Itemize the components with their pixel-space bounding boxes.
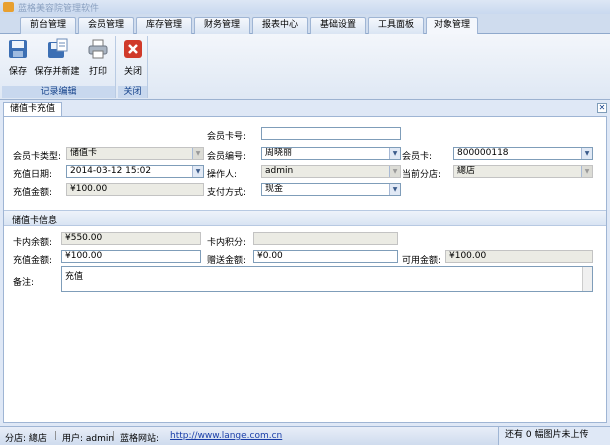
pay-method-select[interactable]: 现金 ▼ xyxy=(261,183,401,196)
main-tabs: 前台管理 会员管理 库存管理 财务管理 报表中心 基础设置 工具面板 对象管理 xyxy=(0,14,610,35)
ribbon-group-close: 关闭 关闭 xyxy=(118,36,148,98)
operator-label: 操作人: xyxy=(207,170,238,180)
status-sep-1: | xyxy=(54,431,58,441)
status-bar: 分店: 總店 | 用户: admin | 蓝格网站: http://www.la… xyxy=(0,426,610,445)
tab-front-desk[interactable]: 前台管理 xyxy=(20,17,76,34)
tab-settings[interactable]: 基础设置 xyxy=(310,17,366,34)
balance-field: ¥550.00 xyxy=(61,232,201,245)
upload-status: 还有 0 幅图片未上传 xyxy=(498,427,610,445)
tab-members[interactable]: 会员管理 xyxy=(78,17,134,34)
ribbon: 保存 保存并新建 打印 记录编辑 关闭 关闭 xyxy=(0,34,610,100)
remark-label: 备注: xyxy=(13,278,35,288)
card-no-label: 会员卡号: xyxy=(207,132,247,142)
balance-label: 卡内余额: xyxy=(13,238,53,248)
branch-select: 總店 ▼ xyxy=(453,165,593,178)
app-logo-icon xyxy=(3,2,14,12)
upload-status-text: 还有 0 幅图片未上传 xyxy=(505,430,589,440)
gift-field[interactable]: ¥0.00 xyxy=(253,250,398,263)
document-tab-strip: 储值卡充值 ✕ xyxy=(0,100,610,116)
close-document-icon[interactable]: ✕ xyxy=(597,103,607,113)
tab-finance[interactable]: 财务管理 xyxy=(194,17,250,34)
card-no-input[interactable] xyxy=(261,127,401,140)
recharge-form: 会员卡号: 会员卡类型: 储值卡 ▼ 会员编号: 周晓丽 ▼ 会员卡: 800000… xyxy=(3,116,607,423)
amount-label: 充值金额: xyxy=(13,188,53,198)
pay-label: 支付方式: xyxy=(207,188,247,198)
print-label: 打印 xyxy=(88,67,107,77)
ribbon-group-close-label: 关闭 xyxy=(118,86,147,98)
date-picker[interactable]: 2014-03-12 15:02 ▼ xyxy=(66,165,204,178)
app-title: 蓝格美容院管理软件 xyxy=(18,4,100,14)
tab-objects[interactable]: 对象管理 xyxy=(426,17,478,35)
ribbon-group-record-label: 记录编辑 xyxy=(2,86,115,98)
gift-label: 赠送金额: xyxy=(207,256,247,266)
member-card-label: 会员卡: xyxy=(402,152,433,162)
status-site-label: 蓝格网站: xyxy=(120,434,160,444)
usable-field: ¥100.00 xyxy=(445,250,593,263)
document-tab-recharge[interactable]: 储值卡充值 xyxy=(3,102,63,116)
chevron-down-icon[interactable]: ▼ xyxy=(192,166,203,177)
amount-field: ¥100.00 xyxy=(66,183,204,196)
chevron-down-icon: ▼ xyxy=(192,148,203,159)
title-bar: 蓝格美容院管理软件 xyxy=(0,0,610,14)
branch-label: 当前分店: xyxy=(402,170,442,180)
recharge-label: 充值金额: xyxy=(13,256,53,266)
chevron-down-icon[interactable]: ▼ xyxy=(581,148,592,159)
operator-value: admin xyxy=(265,166,294,176)
remark-scrollbar[interactable] xyxy=(582,267,592,291)
website-link[interactable]: http://www.lange.com.cn xyxy=(170,431,282,441)
date-value: 2014-03-12 15:02 xyxy=(70,166,152,176)
usable-label: 可用金额: xyxy=(402,256,442,266)
recharge-field[interactable]: ¥100.00 xyxy=(61,250,201,263)
save-icon xyxy=(7,38,29,60)
save-new-icon xyxy=(46,38,68,60)
points-label: 卡内积分: xyxy=(207,238,247,248)
pay-method-value: 现金 xyxy=(265,184,284,194)
status-sep-2: | xyxy=(112,431,116,441)
operator-select: admin ▼ xyxy=(261,165,401,178)
close-label: 关闭 xyxy=(123,67,142,77)
member-card-select[interactable]: 800000118 ▼ xyxy=(453,147,593,160)
save-new-button[interactable]: 保存并新建 xyxy=(34,38,80,77)
status-branch: 分店: 總店 xyxy=(5,434,47,444)
card-info-title: 储值卡信息 xyxy=(12,216,58,226)
save-new-label: 保存并新建 xyxy=(34,67,80,77)
card-type-label: 会员卡类型: xyxy=(13,152,62,162)
status-user: 用户: admin xyxy=(62,434,115,444)
remark-value: 充值 xyxy=(65,272,84,282)
close-button[interactable]: 关闭 xyxy=(120,38,146,77)
print-button[interactable]: 打印 xyxy=(84,38,112,77)
card-type-select: 储值卡 ▼ xyxy=(66,147,204,160)
save-label: 保存 xyxy=(8,67,27,77)
member-card-value: 800000118 xyxy=(457,148,509,158)
member-no-label: 会员编号: xyxy=(207,152,247,162)
printer-icon xyxy=(87,38,109,60)
card-type-value: 储值卡 xyxy=(70,148,98,158)
chevron-down-icon: ▼ xyxy=(581,166,592,177)
chevron-down-icon[interactable]: ▼ xyxy=(389,184,400,195)
branch-value: 總店 xyxy=(457,166,476,176)
card-info-section: 储值卡信息 xyxy=(4,210,606,226)
tab-reports[interactable]: 报表中心 xyxy=(252,17,308,34)
member-no-select[interactable]: 周晓丽 ▼ xyxy=(261,147,401,160)
tab-tools[interactable]: 工具面板 xyxy=(368,17,424,34)
points-field xyxy=(253,232,398,245)
date-label: 充值日期: xyxy=(13,170,53,180)
member-no-value: 周晓丽 xyxy=(265,148,293,158)
tab-inventory[interactable]: 库存管理 xyxy=(136,17,192,34)
close-icon xyxy=(122,38,144,60)
save-button[interactable]: 保存 xyxy=(6,38,30,77)
remark-textarea[interactable]: 充值 xyxy=(61,266,593,292)
chevron-down-icon: ▼ xyxy=(389,166,400,177)
ribbon-group-record: 保存 保存并新建 打印 记录编辑 xyxy=(2,36,116,98)
chevron-down-icon[interactable]: ▼ xyxy=(389,148,400,159)
